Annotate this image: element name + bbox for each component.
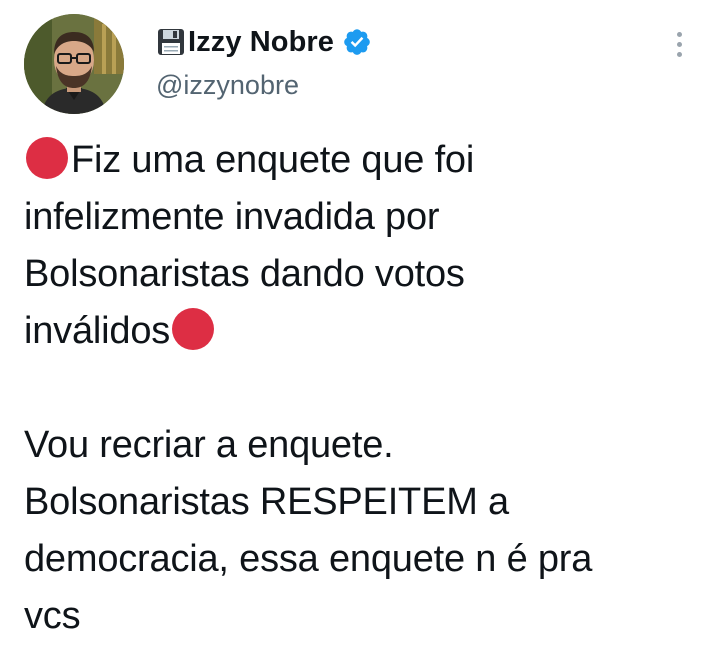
more-vertical-icon-dot <box>676 41 682 47</box>
tweet-line: inválidos <box>24 303 704 360</box>
more-vertical-icon-dot <box>676 51 682 57</box>
author-handle[interactable]: @izzynobre <box>156 70 299 101</box>
paragraph-break <box>24 360 704 417</box>
tweet-text: Fiz uma enquete que foi infelizmente inv… <box>24 132 704 645</box>
verified-badge-icon <box>344 29 370 55</box>
tweet-line: infelizmente invadida por <box>24 196 440 238</box>
author-display-name[interactable]: Izzy Nobre <box>188 26 334 59</box>
red-circle-icon <box>172 308 215 350</box>
tweet-line: Bolsonaristas dando votos <box>24 253 465 295</box>
tweet-line: Vou recriar a enquete. <box>24 424 394 466</box>
avatar[interactable] <box>24 14 124 114</box>
tweet-line: democracia, essa enquete n é pra <box>24 538 593 580</box>
more-vertical-icon <box>676 31 682 37</box>
profile-photo <box>24 14 124 114</box>
tweet-line: Bolsonaristas RESPEITEM a <box>24 481 509 523</box>
author-name-row[interactable]: Izzy Nobre <box>156 24 372 60</box>
tweet-line: Fiz uma enquete que foi <box>24 132 704 189</box>
tweet-line: vcs <box>24 595 81 637</box>
more-options-button[interactable] <box>664 26 694 62</box>
floppy-disk-icon <box>158 29 184 55</box>
red-circle-icon <box>26 137 68 179</box>
